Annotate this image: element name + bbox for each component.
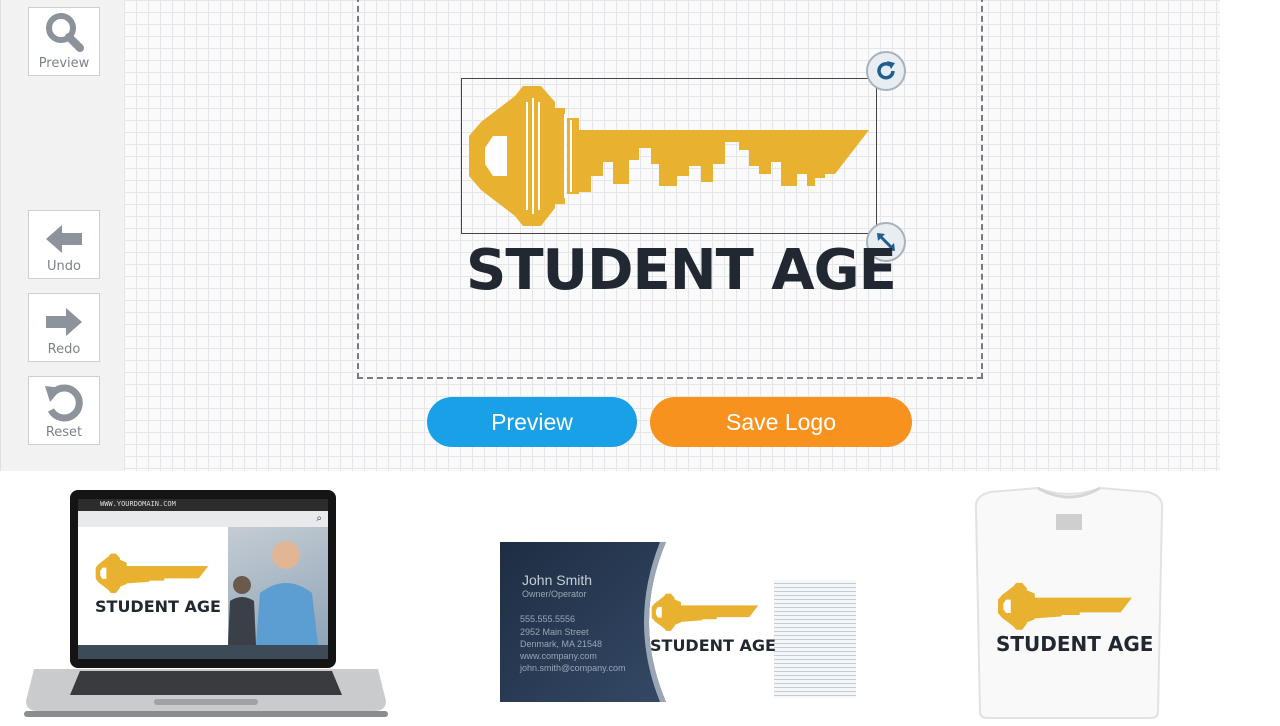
preview-button[interactable]: Preview [427,397,637,447]
laptop-logo-text: STUDENT AGE [95,597,221,616]
tshirt-mockup: STUDENT AGE [972,486,1166,722]
logo-editor: Preview Undo Redo Reset STUDENT AGE Prev… [0,0,1220,471]
undo-button[interactable]: Undo [28,210,100,279]
tshirt-logo-text: STUDENT AGE [996,632,1154,656]
browser-address-bar: WWW.YOURDOMAIN.COM [78,499,328,511]
card-email: john.smith@company.com [520,663,626,673]
reset-button[interactable]: Reset [28,376,100,445]
browser-toolbar: ⌕ [78,511,328,527]
preview-tool-button[interactable]: Preview [28,7,100,76]
logo-text[interactable]: STUDENT AGE [466,238,906,303]
website-photo [228,527,328,645]
redo-label: Redo [47,342,81,357]
card-logo-text: STUDENT AGE [650,636,776,655]
card-name: John Smith [522,572,593,588]
redo-button[interactable]: Redo [28,293,100,362]
card-stack [770,580,856,698]
person-photo [228,541,318,645]
browser-search-icon: ⌕ [316,513,322,524]
card-website: www.company.com [520,651,597,661]
browser-url: WWW.YOURDOMAIN.COM [100,500,176,508]
business-card-mockup: John Smith Owner/Operator 555.555.5556 2… [500,540,860,724]
arrow-left-icon [46,225,82,253]
tshirt-key-graphic [998,582,1132,630]
reset-icon [45,384,83,422]
selection-box[interactable] [461,78,877,234]
reset-label: Reset [45,425,83,440]
preview-tool-label: Preview [38,56,90,71]
laptop-mockup: WWW.YOURDOMAIN.COM ⌕ STUDENT AGE [24,489,388,721]
editor-toolbar: Preview Undo Redo Reset [0,0,124,471]
card-phone: 555.555.5556 [520,614,576,624]
card-address-line1: 2952 Main Street [520,627,589,637]
magnifier-icon [46,13,84,52]
card-title: Owner/Operator [522,589,587,599]
rotate-icon [877,61,895,80]
arrow-right-icon [46,308,82,336]
rotate-handle[interactable] [866,51,906,91]
laptop-key-graphic [95,553,209,593]
undo-label: Undo [47,259,81,274]
website-footer-bar [78,645,328,659]
save-logo-button[interactable]: Save Logo [650,397,912,447]
card-key-graphic [651,593,759,631]
card-address-line2: Denmark, MA 21548 [520,639,603,649]
